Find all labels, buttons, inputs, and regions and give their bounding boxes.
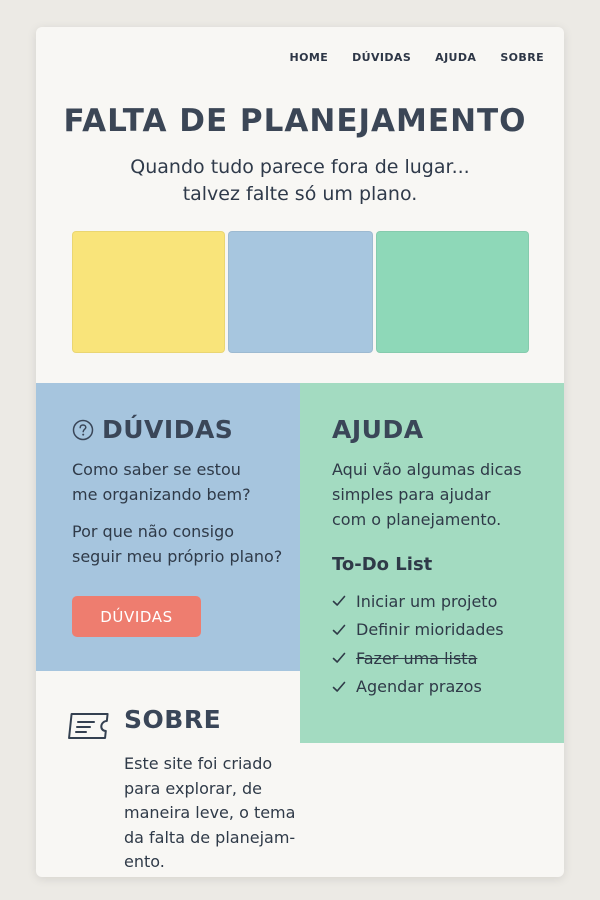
ajuda-description-line-1: Aqui vão algumas dicas (332, 460, 522, 479)
ajuda-description: Aqui vão algumas dicas simples para ajud… (332, 457, 522, 532)
sobre-description-line-2: para explorar, de (124, 778, 262, 798)
todo-item-label: Definir mioridades (356, 620, 504, 640)
hero-title: FALTA DE PLANEJAMENTO (63, 103, 527, 139)
ajuda-title: AJUDA (332, 415, 424, 444)
sobre-description-line-3: maneira leve, o tema (124, 803, 296, 822)
duvidas-question-2-line-1: Por que não consigo (72, 522, 235, 541)
nav-sobre-link[interactable]: SOBRE (500, 51, 544, 64)
todo-item[interactable]: Definir mioridades (332, 616, 504, 645)
hero-subtitle-line-2: talvez falte só um plano. (182, 183, 418, 205)
swatch-yellow (72, 231, 225, 353)
todo-item-label: Fazer uma lista (356, 648, 478, 668)
checkmark-icon (332, 652, 346, 664)
ajuda-description-line-3: com o planejamento. (332, 510, 502, 529)
todo-item[interactable]: Iniciar um projeto (332, 587, 504, 616)
duvidas-title: DÚVIDAS (102, 415, 234, 444)
sobre-description-line-4: da falta de planejam- (124, 827, 296, 847)
top-nav: HOME DÚVIDAS AJUDA SOBRE (289, 51, 544, 64)
ticket-icon (68, 713, 109, 739)
sobre-description: Este site foi criado para explorar, de m… (124, 752, 314, 875)
hero-subtitle-line-1: Quando tudo parece fora de lugar... (130, 156, 470, 178)
duvidas-question-1-line-2: me organizando bem? (72, 485, 251, 504)
swatch-green (376, 231, 529, 353)
duvidas-question-1-line-1: Como saber se estou (72, 460, 241, 479)
sobre-title: SOBRE (124, 705, 222, 734)
duvidas-question-1: Como saber se estou me organizando bem? (72, 457, 251, 507)
nav-home-link[interactable]: HOME (289, 51, 328, 64)
duvidas-question-2-line-2: seguir meu próprio plano? (72, 547, 283, 566)
nav-duvidas-link[interactable]: DÚVIDAS (352, 51, 411, 64)
sobre-description-line-1: Este site foi criado (124, 754, 273, 773)
todo-item[interactable]: Fazer uma lista (332, 644, 504, 673)
todo-item[interactable]: Agendar prazos (332, 673, 504, 702)
checkmark-icon (332, 624, 346, 635)
sobre-description-line-5: ento. (124, 852, 165, 871)
duvidas-question-2: Por que não consigo seguir meu próprio p… (72, 519, 282, 569)
hero-subtitle: Quando tudo parece fora de lugar... talv… (36, 154, 564, 208)
todo-item-label: Agendar prazos (356, 677, 482, 697)
question-circle-icon (72, 419, 94, 441)
swatch-blue (228, 231, 373, 353)
checkmark-icon (332, 595, 346, 607)
nav-ajuda-link[interactable]: AJUDA (435, 51, 476, 64)
todo-list: Iniciar um projeto Definir mioridades Fa… (332, 587, 504, 701)
duvidas-button[interactable]: DÚVIDAS (72, 596, 201, 637)
page-card: HOME DÚVIDAS AJUDA SOBRE FALTA DE PLANEJ… (36, 27, 564, 877)
checkmark-icon (332, 681, 346, 692)
ajuda-description-line-2: simples para ajudar (332, 485, 491, 504)
todo-list-title: To-Do List (332, 554, 433, 575)
todo-item-label: Iniciar um projeto (356, 591, 498, 611)
